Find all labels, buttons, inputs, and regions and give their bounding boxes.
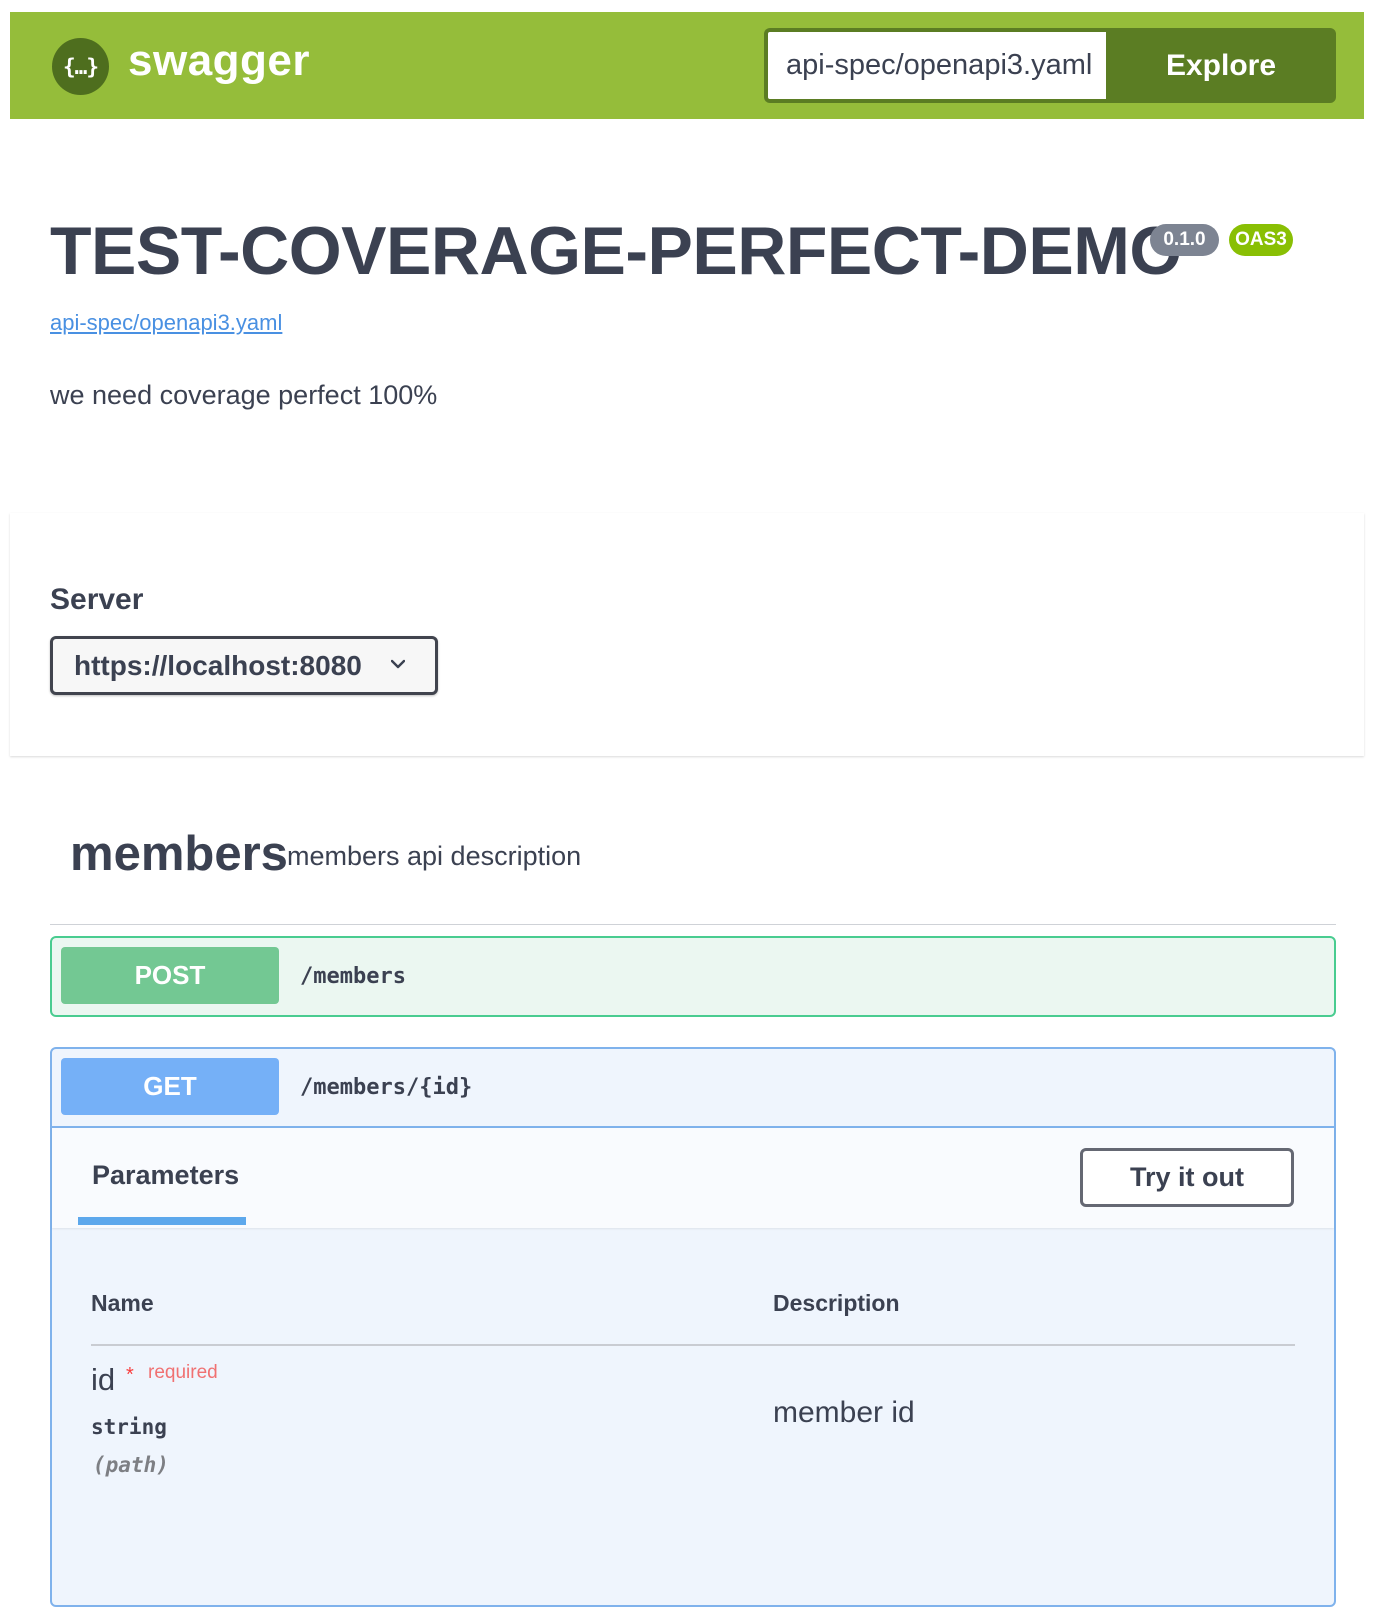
server-select[interactable]: https://localhost:8080 <box>50 636 438 695</box>
parameter-location: (path) <box>93 1453 169 1477</box>
swagger-logo-icon[interactable]: {…} <box>52 38 109 95</box>
explore-button[interactable]: Explore <box>1106 28 1336 103</box>
column-header-description: Description <box>773 1290 900 1316</box>
active-tab-indicator <box>78 1217 246 1225</box>
parameter-description: member id <box>773 1396 915 1429</box>
api-description: we need coverage perfect 100% <box>50 380 438 410</box>
column-header-name: Name <box>91 1290 154 1316</box>
swagger-logo-text[interactable]: swagger <box>128 36 310 86</box>
required-star: * <box>126 1364 134 1386</box>
tag-divider <box>50 924 1336 925</box>
parameter-name: id <box>91 1362 116 1397</box>
spec-url-input[interactable]: api-spec/openapi3.yaml <box>764 28 1110 103</box>
table-divider <box>91 1344 1295 1346</box>
oas-badge: OAS3 <box>1229 224 1293 256</box>
operation-path: /members <box>300 964 406 989</box>
parameter-type: string <box>91 1415 167 1439</box>
operation-path[interactable]: /members/{id} <box>300 1075 472 1100</box>
spec-link[interactable]: api-spec/openapi3.yaml <box>50 310 282 336</box>
servers-label: Server <box>50 583 144 616</box>
tag-title[interactable]: members <box>70 826 288 882</box>
page-title: TEST-COVERAGE-PERFECT-DEMO <box>50 213 1182 289</box>
method-badge-get[interactable]: GET <box>61 1058 279 1115</box>
tag-description: members api description <box>287 841 582 871</box>
tab-parameters[interactable]: Parameters <box>92 1160 239 1191</box>
required-label: required <box>148 1362 218 1383</box>
version-badge: 0.1.0 <box>1150 224 1219 256</box>
chevron-down-icon <box>391 659 405 669</box>
try-it-out-button[interactable]: Try it out <box>1080 1148 1294 1207</box>
method-badge-post: POST <box>61 947 279 1004</box>
servers-section <box>10 513 1364 756</box>
server-select-value: https://localhost:8080 <box>74 650 362 681</box>
